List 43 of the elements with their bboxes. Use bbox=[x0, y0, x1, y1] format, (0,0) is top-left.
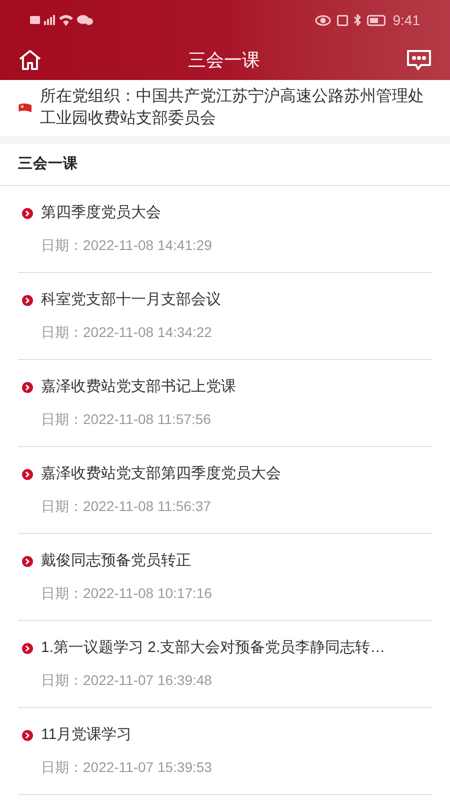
meeting-title: 科室党支部十一月支部会议 bbox=[41, 290, 221, 310]
home-icon bbox=[18, 49, 42, 71]
signal-icon bbox=[44, 15, 55, 25]
meeting-title: 嘉泽收费站党支部书记上党课 bbox=[41, 376, 236, 397]
eye-icon bbox=[314, 14, 331, 26]
meeting-list-item[interactable]: 1.第一议题学习 2.支部大会对预备党员李静同志转… 日期：2022-11-07 16:39:48 bbox=[18, 621, 432, 708]
chevron-circle-icon bbox=[22, 294, 33, 306]
meeting-date: 日期：2022-11-07 16:39:48 bbox=[40, 671, 213, 690]
chevron-circle-icon bbox=[22, 730, 33, 740]
meeting-title: 第四季度党员大会 bbox=[41, 202, 161, 223]
status-time: 9:41 bbox=[392, 10, 420, 30]
chevron-circle-icon bbox=[22, 556, 33, 566]
page-title: 三会一课 bbox=[188, 48, 260, 72]
organization-text: 所在党组织：中国共产党江苏宁沪高速公路苏州管理处工业园收费站支部委员会 bbox=[40, 86, 426, 129]
chat-bubbles-icon bbox=[77, 15, 93, 25]
meeting-title: 1.第一议题学习 2.支部大会对预备党员李静同志转… bbox=[41, 638, 386, 658]
meeting-date: 日期：2022-11-07 15:39:53 bbox=[40, 758, 213, 778]
chevron-circle-icon bbox=[22, 642, 33, 654]
meeting-date: 日期：2022-11-08 14:41:29 bbox=[40, 236, 213, 256]
meeting-date: 日期：2022-11-08 14:34:22 bbox=[40, 323, 213, 342]
wifi-icon bbox=[59, 14, 73, 26]
chevron-circle-icon bbox=[22, 208, 33, 218]
meeting-title: 戴俊同志预备党员转正 bbox=[41, 550, 191, 571]
chevron-circle-icon bbox=[22, 382, 33, 392]
home-button[interactable] bbox=[18, 48, 42, 72]
meeting-list-item[interactable]: 第四季度党员大会 日期：2022-11-08 14:41:29 bbox=[18, 186, 432, 273]
section-title: 三会一课 bbox=[18, 154, 78, 174]
meeting-list-item[interactable]: 戴俊同志预备党员转正 日期：2022-11-08 10:17:16 bbox=[18, 534, 432, 621]
message-button[interactable] bbox=[406, 48, 432, 72]
meeting-date: 日期：2022-11-08 11:56:37 bbox=[40, 497, 212, 516]
meeting-list-item[interactable]: 嘉泽收费站党支部第四季度党员大会 日期：2022-11-08 11:56:37 bbox=[18, 447, 432, 534]
battery-icon bbox=[366, 14, 387, 26]
meeting-list-item[interactable]: 嘉泽收费站党支部书记上党课 日期：2022-11-08 11:57:56 bbox=[18, 360, 432, 447]
meeting-date: 日期：2022-11-08 11:57:56 bbox=[40, 410, 212, 430]
bluetooth-icon bbox=[354, 14, 361, 26]
meeting-list-item[interactable]: 科室党支部十一月支部会议 日期：2022-11-08 14:34:22 bbox=[18, 273, 432, 360]
meeting-title: 嘉泽收费站党支部第四季度党员大会 bbox=[41, 464, 281, 484]
chevron-circle-icon bbox=[22, 468, 33, 480]
meeting-title: 11月党课学习 bbox=[41, 724, 132, 745]
meeting-date: 日期：2022-11-08 10:17:16 bbox=[40, 584, 213, 604]
party-flag-icon bbox=[18, 101, 32, 115]
chat-icon bbox=[406, 49, 432, 71]
meeting-list-item[interactable]: 11月党课学习 日期：2022-11-07 15:39:53 bbox=[18, 708, 432, 795]
